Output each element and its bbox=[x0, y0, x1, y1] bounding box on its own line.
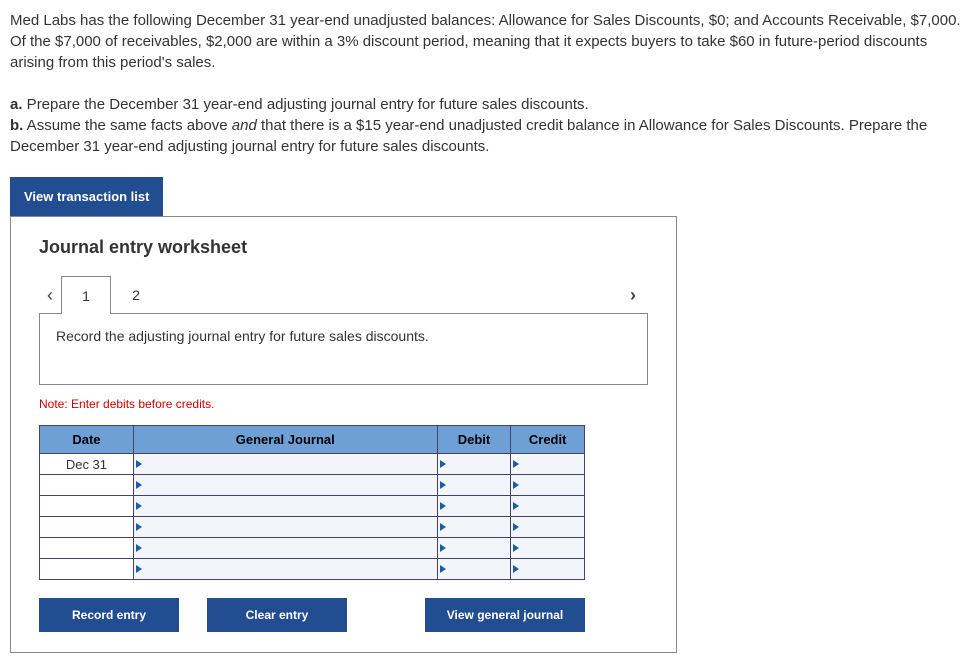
dropdown-icon bbox=[513, 460, 519, 468]
tab-2[interactable]: 2 bbox=[111, 276, 161, 314]
credit-cell[interactable] bbox=[511, 454, 585, 475]
chevron-left-icon[interactable]: ‹ bbox=[39, 285, 61, 306]
dropdown-icon bbox=[513, 502, 519, 510]
text-b1: Assume the same facts above bbox=[23, 117, 231, 134]
table-row bbox=[40, 538, 585, 559]
general-journal-cell[interactable] bbox=[133, 475, 437, 496]
dropdown-icon bbox=[513, 481, 519, 489]
table-row bbox=[40, 517, 585, 538]
record-entry-button[interactable]: Record entry bbox=[39, 598, 179, 632]
dropdown-icon bbox=[136, 460, 142, 468]
dropdown-icon bbox=[513, 523, 519, 531]
credit-cell[interactable] bbox=[511, 496, 585, 517]
table-row bbox=[40, 559, 585, 580]
view-transaction-list-button[interactable]: View transaction list bbox=[10, 177, 163, 216]
button-row: Record entry Clear entry View general jo… bbox=[39, 598, 585, 632]
problem-p1: Med Labs has the following December 31 y… bbox=[10, 12, 961, 71]
date-cell[interactable]: Dec 31 bbox=[40, 454, 134, 475]
date-cell[interactable] bbox=[40, 517, 134, 538]
journal-table: Date General Journal Debit Credit Dec 31 bbox=[39, 425, 585, 580]
col-credit: Credit bbox=[511, 426, 585, 454]
general-journal-cell[interactable] bbox=[133, 496, 437, 517]
dropdown-icon bbox=[136, 565, 142, 573]
instruction-text: Record the adjusting journal entry for f… bbox=[56, 328, 429, 344]
debit-cell[interactable] bbox=[437, 517, 511, 538]
worksheet-title: Journal entry worksheet bbox=[39, 237, 648, 258]
view-general-journal-button[interactable]: View general journal bbox=[425, 598, 585, 632]
date-cell[interactable] bbox=[40, 475, 134, 496]
label-a: a. bbox=[10, 96, 23, 113]
dropdown-icon bbox=[440, 481, 446, 489]
clear-entry-button[interactable]: Clear entry bbox=[207, 598, 347, 632]
problem-statement: Med Labs has the following December 31 y… bbox=[10, 10, 967, 157]
dropdown-icon bbox=[513, 565, 519, 573]
dropdown-icon bbox=[513, 544, 519, 552]
general-journal-cell[interactable] bbox=[133, 517, 437, 538]
general-journal-cell[interactable] bbox=[133, 454, 437, 475]
table-row bbox=[40, 475, 585, 496]
dropdown-icon bbox=[440, 565, 446, 573]
journal-worksheet-panel: Journal entry worksheet ‹ 1 2 › Record t… bbox=[10, 216, 677, 653]
col-general-journal: General Journal bbox=[133, 426, 437, 454]
credit-cell[interactable] bbox=[511, 538, 585, 559]
date-cell[interactable] bbox=[40, 496, 134, 517]
table-row bbox=[40, 496, 585, 517]
note-text: Note: Enter debits before credits. bbox=[39, 397, 648, 411]
dropdown-icon bbox=[440, 523, 446, 531]
dropdown-icon bbox=[136, 523, 142, 531]
instruction-box: Record the adjusting journal entry for f… bbox=[39, 313, 648, 385]
debit-cell[interactable] bbox=[437, 454, 511, 475]
date-cell[interactable] bbox=[40, 559, 134, 580]
label-b: b. bbox=[10, 117, 23, 134]
general-journal-cell[interactable] bbox=[133, 538, 437, 559]
credit-cell[interactable] bbox=[511, 475, 585, 496]
col-debit: Debit bbox=[437, 426, 511, 454]
dropdown-icon bbox=[440, 544, 446, 552]
text-a: Prepare the December 31 year-end adjusti… bbox=[23, 96, 589, 113]
general-journal-cell[interactable] bbox=[133, 559, 437, 580]
tab-row: ‹ 1 2 › bbox=[39, 276, 648, 314]
dropdown-icon bbox=[136, 481, 142, 489]
chevron-right-icon[interactable]: › bbox=[622, 285, 644, 306]
debit-cell[interactable] bbox=[437, 496, 511, 517]
dropdown-icon bbox=[440, 460, 446, 468]
table-row: Dec 31 bbox=[40, 454, 585, 475]
col-date: Date bbox=[40, 426, 134, 454]
dropdown-icon bbox=[136, 544, 142, 552]
debit-cell[interactable] bbox=[437, 475, 511, 496]
date-cell[interactable] bbox=[40, 538, 134, 559]
credit-cell[interactable] bbox=[511, 559, 585, 580]
tab-1[interactable]: 1 bbox=[61, 276, 111, 314]
dropdown-icon bbox=[136, 502, 142, 510]
dropdown-icon bbox=[440, 502, 446, 510]
debit-cell[interactable] bbox=[437, 538, 511, 559]
debit-cell[interactable] bbox=[437, 559, 511, 580]
text-b-and: and bbox=[232, 117, 257, 134]
credit-cell[interactable] bbox=[511, 517, 585, 538]
